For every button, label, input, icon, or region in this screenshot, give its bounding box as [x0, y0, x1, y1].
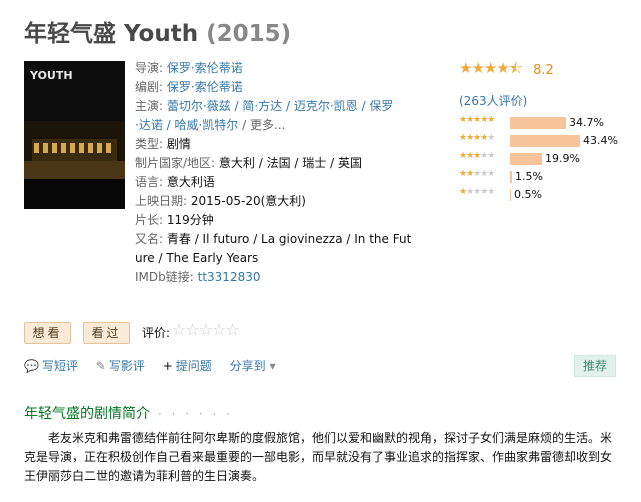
poster-title: YOUTH [29, 69, 73, 82]
title-cn: 年轻气盛 [24, 21, 116, 47]
page-title: 年轻气盛 Youth (2015) [24, 14, 291, 48]
plus-icon: + [162, 359, 173, 373]
country-value: 意大利 / 法国 / 瑞士 / 英国 [218, 156, 362, 170]
genre-value: 剧情 [166, 137, 191, 151]
summary-text: 老友米克和弗雷德结伴前往阿尔卑斯的度假旅馆，他们以爱和幽默的视角，探讨子女们满是… [24, 431, 613, 483]
director-row: 导演: 保罗·索伦蒂诺 [135, 61, 243, 75]
rating-row-stars-icon: ★★★★★ [459, 151, 495, 161]
want-to-watch-button[interactable]: 想看 [24, 322, 71, 344]
rating-score: 8.2 [533, 63, 554, 78]
runtime-value: 119分钟 [166, 213, 214, 227]
rating-row-stars-icon: ★★★★★ [459, 169, 495, 179]
rating-percent: 19.9% [545, 152, 580, 165]
rating-bar [510, 153, 542, 165]
release-value: 2015-05-20(意大利) [190, 194, 306, 208]
runtime-row: 片长: 119分钟 [135, 213, 214, 227]
rate-stars-input[interactable]: ☆☆☆☆☆ [172, 320, 240, 339]
poster-image: YOUTH [24, 61, 125, 209]
ask-question-link[interactable]: + 提问题 [163, 359, 212, 373]
share-dropdown[interactable]: 分享到 ▾ [230, 359, 279, 373]
rating-row-4: ★★★★★ 43.4% [459, 132, 629, 150]
rating-row-2: ★★★★★ 1.5% [459, 168, 629, 186]
rating-percent: 43.4% [583, 134, 618, 147]
summary-title: 年轻气盛的剧情简介 · · · · · · [24, 406, 233, 422]
watched-button[interactable]: 看过 [83, 322, 130, 344]
cast-link[interactable]: 蕾切尔·薇兹 / 简·方达 / 迈克尔·凯恩 / 保罗 [167, 99, 393, 113]
rating-count-link[interactable]: (263人评价) [459, 92, 527, 109]
review-link[interactable]: ✎ 写影评 [96, 359, 145, 373]
rating-bar [510, 117, 566, 129]
rating-percent: 1.5% [515, 170, 543, 183]
release-row: 上映日期: 2015-05-20(意大利) [135, 194, 306, 208]
cast-row-2: ·达诺 / 哈威·凯特尔 / 更多... [135, 116, 385, 135]
chevron-down-icon: ▾ [269, 359, 276, 373]
rating-row-3: ★★★★★ 19.9% [459, 150, 629, 168]
rate-label: 评价: [142, 326, 171, 340]
rating-bar [510, 135, 580, 147]
cast-row: 主演: 蕾切尔·薇兹 / 简·方达 / 迈克尔·凯恩 / 保罗 [135, 99, 394, 113]
aka-row-2: ure / The Early Years [135, 249, 385, 268]
rating-percent: 34.7% [569, 116, 604, 129]
rating-row-stars-icon: ★★★★★ [459, 115, 495, 125]
aka-value-2: ure / The Early Years [135, 251, 259, 265]
aka-value: 青春 / Il futuro / La giovinezza / In the … [166, 232, 412, 246]
title-year: (2015) [206, 21, 292, 47]
aka-row: 又名: 青春 / Il futuro / La giovinezza / In … [135, 232, 412, 246]
language-row: 语言: 意大利语 [135, 175, 215, 189]
rating-stars-icon: ★★★★⯪ [459, 59, 523, 77]
rating-summary: ★★★★⯪ 8.2 [459, 58, 629, 83]
language-value: 意大利语 [166, 175, 215, 189]
recommend-button[interactable]: 推荐 [574, 355, 616, 377]
imdb-link[interactable]: tt3312830 [198, 270, 261, 284]
writer-link[interactable]: 保罗·索伦蒂诺 [167, 80, 243, 94]
director-link[interactable]: 保罗·索伦蒂诺 [167, 61, 243, 75]
country-row: 制片国家/地区: 意大利 / 法国 / 瑞士 / 英国 [135, 156, 362, 170]
rating-row-5: ★★★★★ 34.7% [459, 114, 629, 132]
rating-percent: 0.5% [514, 188, 542, 201]
movie-poster[interactable]: YOUTH [24, 61, 125, 209]
rating-row-stars-icon: ★★★★★ [459, 133, 495, 143]
writer-row: 编剧: 保罗·索伦蒂诺 [135, 80, 243, 94]
rating-bar [510, 171, 512, 183]
imdb-row: IMDb链接: tt3312830 [135, 270, 261, 284]
rating-distribution: ★★★★★ 34.7% ★★★★★ 43.4% ★★★★★ 19.9% ★★★★★ 1.5% ★… [459, 114, 629, 204]
movie-info: 导演: 保罗·索伦蒂诺 编剧: 保罗·索伦蒂诺 主演: 蕾切尔·薇兹 / 简·方… [135, 59, 412, 287]
short-review-link[interactable]: 💬 写短评 [24, 359, 78, 373]
title-en: Youth [124, 21, 199, 47]
pencil-icon: ✎ [95, 359, 106, 373]
genre-row: 类型: 剧情 [135, 137, 191, 151]
comment-icon: 💬 [24, 359, 39, 373]
rating-row-stars-icon: ★★★★★ [459, 187, 495, 197]
cast-link-2[interactable]: ·达诺 / 哈威·凯特尔 [135, 118, 238, 132]
action-links: 💬 写短评 ✎ 写影评 + 提问题 分享到 ▾ [24, 357, 293, 374]
rating-bar [510, 189, 511, 201]
rating-row-1: ★★★★★ 0.5% [459, 186, 629, 204]
cast-more-link[interactable]: / 更多... [238, 118, 285, 132]
